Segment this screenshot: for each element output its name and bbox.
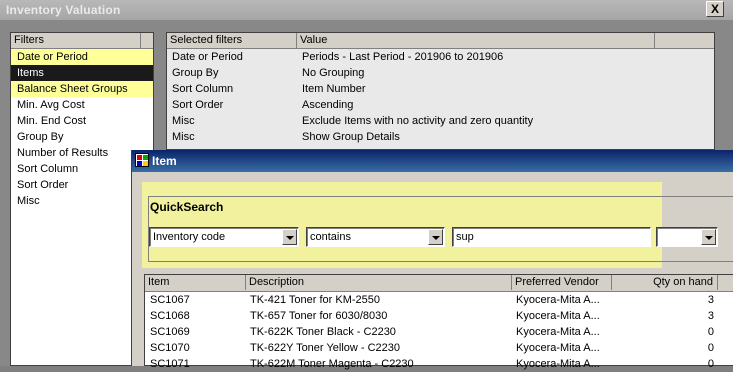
filter-item-group-by[interactable]: Group By	[11, 129, 153, 145]
item-code-cell: SC1069	[150, 326, 190, 338]
item-code-cell: SC1071	[150, 358, 190, 370]
filter-item-items[interactable]: Items	[11, 65, 153, 81]
filters-header-label: Filters	[14, 34, 44, 46]
selected-filter-value: Ascending	[302, 99, 354, 111]
search-operator-value: contains	[310, 231, 351, 243]
item-dialog-title: Item	[152, 154, 177, 168]
search-field-value: Inventory code	[153, 231, 226, 243]
item-code-cell: SC1070	[150, 342, 190, 354]
selected-filter-name: Misc	[172, 115, 195, 127]
table-row[interactable]: SC1068 TK-657 Toner for 6030/8030 Kyocera-…	[145, 308, 733, 324]
chevron-down-icon[interactable]	[282, 229, 297, 245]
selected-filter-value: No Grouping	[302, 67, 365, 79]
close-button[interactable]: X	[706, 1, 724, 17]
vendor-cell: Kyocera-Mita A...	[516, 358, 600, 370]
search-input[interactable]: sup	[452, 227, 651, 247]
item-dialog: Item QuickSearch Inventory code contains…	[131, 150, 733, 370]
selected-filters-header: Selected filters Value	[167, 33, 714, 49]
item-code-cell: SC1068	[150, 310, 190, 322]
quicksearch-label: QuickSearch	[150, 200, 224, 214]
filters-header: Filters	[11, 33, 153, 49]
description-cell: TK-622Y Toner Yellow - C2230	[250, 342, 401, 354]
selected-filters-panel: Selected filters Value Date or Period Per…	[166, 32, 715, 150]
selected-filter-name: Date or Period	[172, 51, 243, 63]
item-code-cell: SC1067	[150, 294, 190, 306]
selected-filter-name: Sort Column	[172, 83, 234, 95]
items-grid: Item Description Preferred Vendor Qty on…	[144, 274, 733, 370]
grid-header: Item Description Preferred Vendor Qty on…	[145, 275, 733, 292]
search-field-select[interactable]: Inventory code	[149, 227, 299, 247]
table-row[interactable]: SC1070 TK-622Y Toner Yellow - C2230 Kyocer…	[145, 340, 733, 356]
description-cell: TK-657 Toner for 6030/8030	[250, 310, 388, 322]
item-dialog-titlebar[interactable]: Item	[132, 150, 733, 172]
chevron-down-icon[interactable]	[428, 229, 443, 245]
filter-item-balance-sheet-groups[interactable]: Balance Sheet Groups	[11, 81, 153, 97]
table-row[interactable]: SC1071 TK-622M Toner Magenta - C2230 Kyoce…	[145, 356, 733, 372]
vendor-cell: Kyocera-Mita A...	[516, 342, 600, 354]
description-cell: TK-421 Toner for KM-2550	[250, 294, 381, 306]
extra-select[interactable]	[656, 227, 718, 247]
selected-filter-value: Exclude Items with no activity and zero …	[302, 115, 534, 127]
selected-filter-value: Periods - Last Period - 201906 to 201906	[302, 51, 504, 63]
column-header-item[interactable]: Item	[145, 275, 246, 290]
window-title: Inventory Valuation	[0, 0, 733, 20]
qty-cell: 3	[707, 310, 714, 322]
selected-filter-name: Sort Order	[172, 99, 224, 111]
filter-item-min-avg-cost[interactable]: Min. Avg Cost	[11, 97, 153, 113]
table-row[interactable]: SC1067 TK-421 Toner for KM-2550 Kyocera-Mi…	[145, 292, 733, 308]
app-icon	[135, 153, 149, 167]
selected-filter-row[interactable]: Misc Show Group Details	[167, 129, 714, 145]
column-header-selected-filters[interactable]: Selected filters	[167, 33, 297, 48]
vendor-cell: Kyocera-Mita A...	[516, 326, 600, 338]
selected-filter-row[interactable]: Misc Exclude Items with no activity and z…	[167, 113, 714, 129]
selected-filter-value: Show Group Details	[302, 131, 400, 143]
selected-filter-row[interactable]: Sort Order Ascending	[167, 97, 714, 113]
search-operator-select[interactable]: contains	[306, 227, 445, 247]
table-row[interactable]: SC1069 TK-622K Toner Black - C2230 Kyocera…	[145, 324, 733, 340]
vendor-cell: Kyocera-Mita A...	[516, 294, 600, 306]
column-header-preferred-vendor[interactable]: Preferred Vendor	[512, 275, 612, 290]
description-cell: TK-622M Toner Magenta - C2230	[250, 358, 414, 370]
filter-item-min-end-cost[interactable]: Min. End Cost	[11, 113, 153, 129]
filter-item-date-or-period[interactable]: Date or Period	[11, 49, 153, 65]
chevron-down-icon[interactable]	[701, 229, 716, 245]
column-header-description[interactable]: Description	[246, 275, 512, 290]
selected-filter-name: Group By	[172, 67, 219, 79]
selected-filter-row[interactable]: Date or Period Periods - Last Period - 20…	[167, 49, 714, 65]
qty-cell: 0	[707, 326, 714, 338]
selected-filter-row[interactable]: Sort Column Item Number	[167, 81, 714, 97]
selected-filter-value: Item Number	[302, 83, 366, 95]
qty-cell: 0	[707, 342, 714, 354]
qty-cell: 3	[707, 294, 714, 306]
column-header-qty-on-hand[interactable]: Qty on hand	[612, 275, 718, 290]
description-cell: TK-622K Toner Black - C2230	[250, 326, 396, 338]
vendor-cell: Kyocera-Mita A...	[516, 310, 600, 322]
selected-filter-row[interactable]: Group By No Grouping	[167, 65, 714, 81]
selected-filter-name: Misc	[172, 131, 195, 143]
column-header-value[interactable]: Value	[297, 33, 655, 48]
qty-cell: 0	[707, 358, 714, 370]
search-input-value: sup	[456, 231, 474, 243]
